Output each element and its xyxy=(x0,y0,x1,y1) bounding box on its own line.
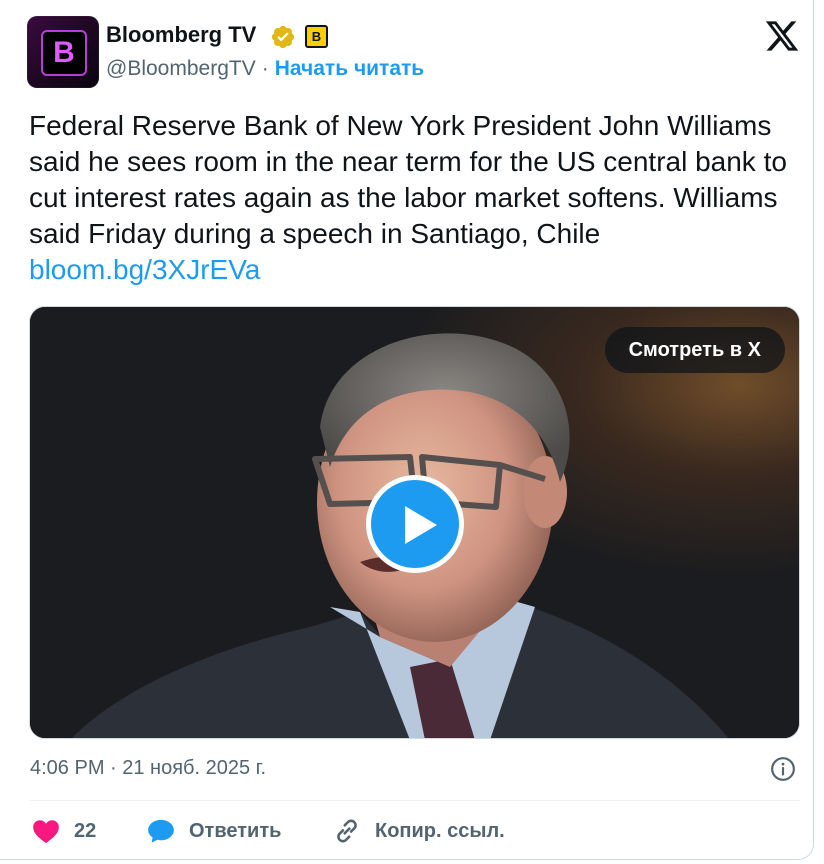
watch-on-x-button[interactable]: Смотреть в X xyxy=(604,327,785,373)
play-icon xyxy=(405,506,437,544)
follow-link[interactable]: Начать читать xyxy=(275,57,424,80)
heart-icon xyxy=(33,820,59,844)
copy-link-button[interactable]: Копир. ссыл. xyxy=(333,814,505,848)
affiliate-badge-icon[interactable]: B xyxy=(305,25,328,48)
tweet-embed-card: B Bloomberg TV B @BloombergTV · Начать чит… xyxy=(0,0,814,860)
copy-link-label: Копир. ссыл. xyxy=(375,819,505,842)
separator-dot: · xyxy=(261,57,269,80)
reply-label: Ответить xyxy=(189,819,282,842)
like-count: 22 xyxy=(74,819,97,842)
video-thumbnail[interactable]: Смотреть в X xyxy=(29,306,800,739)
tweet-timestamp[interactable]: 4:06 PM · 21 нояб. 2025 г. xyxy=(30,757,266,780)
tweet-link[interactable]: bloom.bg/3XJrEVa xyxy=(29,254,260,285)
info-icon[interactable] xyxy=(770,756,796,782)
speech-bubble-icon xyxy=(148,819,174,843)
link-chain-icon xyxy=(337,819,357,843)
avatar[interactable]: B xyxy=(27,16,99,88)
tweet-body: Federal Reserve Bank of New York Preside… xyxy=(29,110,787,249)
author-display-name[interactable]: Bloomberg TV xyxy=(106,22,256,48)
handle-row: @BloombergTV · Начать читать xyxy=(106,57,424,81)
divider xyxy=(29,800,800,801)
x-logo-icon[interactable] xyxy=(764,18,800,54)
gold-verified-badge-icon xyxy=(271,25,295,49)
tweet-text: Federal Reserve Bank of New York Preside… xyxy=(29,108,799,288)
author-handle[interactable]: @BloombergTV xyxy=(106,57,256,80)
like-button[interactable]: 22 xyxy=(32,814,96,848)
reply-button[interactable]: Ответить xyxy=(147,814,281,848)
avatar-logo: B xyxy=(41,30,87,76)
play-button[interactable] xyxy=(366,475,464,573)
